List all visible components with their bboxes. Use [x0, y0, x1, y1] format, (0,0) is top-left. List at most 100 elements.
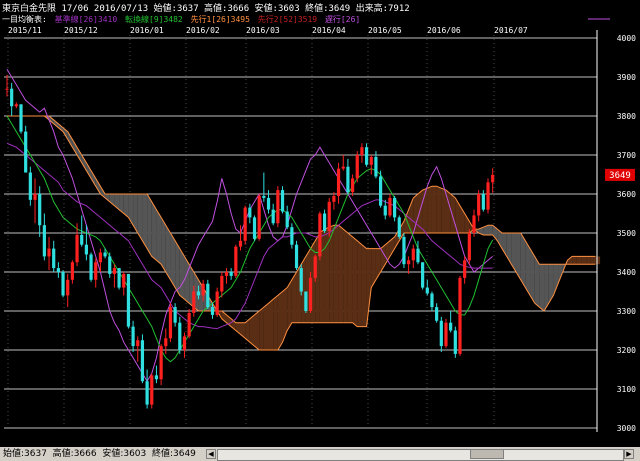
candle-body	[313, 256, 317, 278]
candle-body	[47, 248, 51, 257]
candle-body	[14, 104, 18, 107]
cloud-segment	[357, 240, 362, 327]
candle-body	[336, 168, 341, 196]
candle-body	[61, 272, 65, 296]
cloud-segment	[268, 299, 274, 350]
cloud-segment	[170, 233, 176, 288]
horizontal-scrollbar[interactable]	[217, 449, 624, 461]
candle-body	[131, 326, 135, 347]
candle-body	[458, 277, 462, 354]
candle-body	[374, 156, 378, 177]
candle-body	[369, 156, 373, 165]
cloud-segment	[352, 236, 358, 327]
month-label: 2016/02	[186, 26, 220, 35]
candle-body	[117, 268, 121, 288]
cloud-segment	[175, 240, 180, 296]
month-label: 2016/05	[368, 26, 402, 35]
candle-body	[89, 254, 93, 280]
candle-body	[393, 197, 397, 218]
candle-body	[271, 209, 275, 224]
candle-body	[136, 340, 140, 347]
legend-kijun: 基準線[26]3410	[55, 14, 118, 24]
y-tick-label: 3400	[617, 268, 636, 277]
candle-body	[322, 213, 327, 232]
month-label: 2015/12	[64, 26, 98, 35]
candle-body	[94, 262, 98, 280]
cloud-segment	[263, 303, 269, 350]
cloud-segment	[165, 225, 171, 280]
candle-body	[150, 375, 154, 405]
cloud-segment	[361, 244, 367, 327]
cloud-segment	[333, 225, 339, 323]
candle-body	[379, 176, 383, 206]
candle-body	[280, 190, 285, 212]
candle-body	[168, 307, 173, 339]
cloud-segment	[436, 186, 442, 233]
cloud-segment	[347, 233, 353, 323]
month-label: 2016/01	[130, 26, 164, 35]
candle-body	[66, 279, 70, 296]
candle-body	[52, 248, 56, 269]
cloud-segment	[338, 225, 344, 323]
cloud-segment	[151, 201, 157, 261]
month-label: 2016/07	[494, 26, 528, 35]
cloud-segment	[431, 186, 437, 233]
candle-body	[154, 375, 159, 380]
cloud-segment	[441, 188, 446, 233]
candle-body	[145, 381, 149, 405]
scrollbar-thumb[interactable]	[470, 449, 504, 459]
candle-body	[192, 291, 196, 313]
candle-body	[252, 217, 257, 239]
candle-body	[140, 340, 145, 382]
candle-body	[70, 262, 74, 280]
candle-body	[257, 195, 261, 239]
scroll-left-button[interactable]: ◀	[206, 449, 216, 459]
candle-body	[425, 287, 429, 294]
cloud-segment	[142, 194, 148, 249]
candle-body	[341, 166, 345, 169]
y-tick-label: 3100	[617, 385, 636, 394]
cloud-segment	[273, 295, 278, 350]
candle-body	[238, 240, 243, 247]
cloud-segment	[291, 272, 297, 323]
scroll-right-button[interactable]: ▶	[624, 449, 634, 459]
candle-body	[346, 166, 350, 193]
y-tick-label: 3500	[617, 229, 636, 238]
candle-body	[453, 330, 457, 354]
candle-body	[262, 195, 266, 198]
candle-body	[210, 307, 215, 315]
candle-body	[28, 172, 32, 200]
candle-body	[33, 194, 37, 200]
candle-body	[383, 205, 387, 216]
month-axis: 2015/11 2015/12 2016/01 2016/02 2016/03 2016/…	[8, 26, 528, 35]
y-tick-label: 3700	[617, 151, 636, 160]
y-tick-label: 4000	[617, 34, 636, 43]
candle-body	[299, 268, 303, 292]
cloud-segment	[161, 217, 166, 272]
cloud-segment	[277, 291, 283, 350]
candle-body	[234, 246, 238, 276]
candle-body	[360, 147, 364, 155]
cloud-segment	[156, 209, 162, 265]
candle-body	[164, 338, 168, 347]
cloud-segment	[534, 256, 540, 308]
candle-body	[159, 346, 163, 380]
cloud-segment	[530, 248, 535, 304]
legend-chikou: 遅行[26]	[325, 14, 360, 24]
candle-body	[215, 291, 219, 315]
candle-body	[285, 211, 289, 228]
cloud-segment	[525, 240, 531, 296]
cloud-segment	[179, 248, 185, 300]
ichimoku-chart: 東京白金先限 17/06 2016/07/13 始値:3637 高値:3666 …	[0, 0, 640, 461]
candle-body	[206, 283, 210, 308]
month-label: 2016/04	[312, 26, 346, 35]
candle-body	[103, 252, 107, 257]
candle-body	[80, 234, 84, 245]
status-bar: 始値:3637 高値:3666 安値:3603 終値:3649 ◀ ▶	[0, 447, 640, 461]
candle-body	[220, 275, 224, 292]
y-tick-label: 3800	[617, 112, 636, 121]
y-tick-label: 3900	[617, 73, 636, 82]
candle-body	[355, 155, 359, 179]
candle-body	[75, 234, 79, 263]
cloud-segment	[427, 186, 432, 233]
